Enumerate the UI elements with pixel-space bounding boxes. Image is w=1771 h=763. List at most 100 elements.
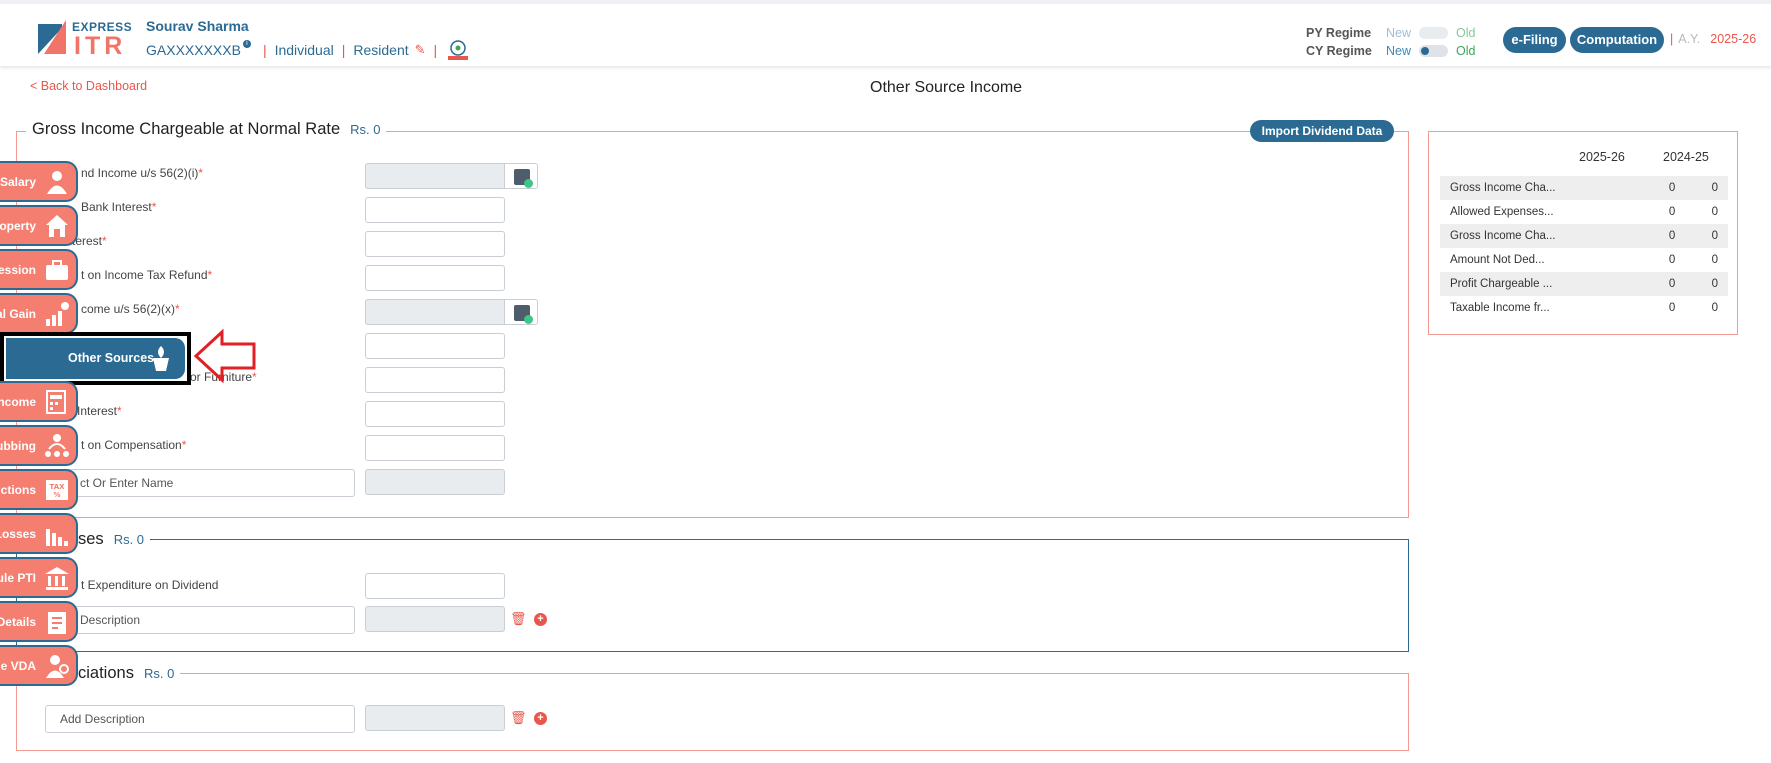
express-itr-logo[interactable]: EXPRESS ITR (38, 18, 132, 60)
sidebar-item-salary[interactable]: Salary (0, 161, 78, 202)
sidebar-item-property[interactable]: operty (0, 205, 78, 246)
logo-itr-text: ITR (74, 32, 127, 60)
divider: | (433, 42, 438, 58)
field-label-dividend-expenditure: t Expenditure on Dividend (81, 578, 219, 592)
field-label-income-56-2-x: come u/s 56(2)(x)* (81, 302, 180, 316)
interest-input[interactable] (365, 231, 505, 257)
summary-value: 0 (1685, 224, 1728, 248)
delete-trash-icon[interactable]: 🗑 (510, 611, 527, 627)
cy-regime-toggle[interactable] (1419, 45, 1448, 57)
divider: | (1670, 32, 1674, 46)
compensation-interest-input[interactable] (365, 435, 505, 461)
expense-description-input[interactable]: Description (45, 606, 355, 634)
info-icon[interactable]: i (242, 40, 251, 48)
sidebar-item-label: Salary (0, 175, 36, 189)
bank-interest-input[interactable] (365, 197, 505, 223)
annotation-arrow-icon (194, 328, 256, 384)
deductions-amount: Rs. 0 (143, 666, 175, 681)
back-to-dashboard-link[interactable]: < Back to Dashboard (30, 79, 147, 93)
cy-regime-row: CY Regime New Old (1306, 42, 1475, 60)
person-icon (47, 171, 67, 194)
delete-trash-icon[interactable]: 🗑 (510, 710, 527, 726)
sidebar-item-losses[interactable]: Losses (0, 513, 78, 554)
field-label-other-interest: Interest* (77, 404, 122, 418)
income-56-2-x-input[interactable] (365, 299, 505, 325)
divider: | (262, 42, 267, 58)
user-details-row: GAXXXXXXXB i | Individual | Resident ✎ | (146, 39, 471, 61)
furniture-rent-input[interactable] (365, 367, 505, 393)
py-regime-toggle[interactable] (1419, 27, 1448, 39)
deduction-amount-input[interactable] (365, 705, 505, 731)
sidebar-item-clubbing[interactable]: ubbing (0, 425, 78, 466)
dividend-income-input[interactable] (365, 163, 505, 189)
sidebar-item-label: fession (0, 263, 36, 277)
growth-chart-icon (46, 302, 69, 326)
svg-text:%: % (53, 491, 60, 499)
py-regime-new: New (1386, 26, 1412, 40)
tax-refund-interest-input[interactable] (365, 265, 505, 291)
cy-regime-new: New (1386, 44, 1412, 58)
cy-regime-label: CY Regime (1306, 44, 1372, 58)
summary-row-label: Profit Chargeable ... (1440, 272, 1643, 296)
sidebar-item-capital-gain[interactable]: al Gain (0, 293, 78, 334)
import-dividend-button[interactable]: Import Dividend Data (1250, 120, 1394, 142)
ay-value[interactable]: 2025-26 (1710, 32, 1756, 46)
sidebar-item-label: ncome (0, 395, 36, 409)
plant-pot-icon (153, 346, 169, 371)
edit-pencil-icon[interactable]: ✎ (415, 42, 426, 58)
pan-number: GAXXXXXXXB (146, 42, 241, 58)
field-text: t on Income Tax Refund (81, 268, 208, 282)
required-mark: * (151, 200, 157, 214)
expenses-amount: Rs. 0 (113, 532, 145, 547)
add-plus-icon[interactable]: + (534, 712, 547, 725)
sidebar-item-profession[interactable]: fession (0, 249, 78, 290)
person-coin-icon (46, 655, 69, 678)
computation-button[interactable]: Computation (1570, 27, 1664, 53)
table-row: Gross Income Cha... 0 0 (1440, 224, 1728, 248)
summary-col-2025-26: 2025-26 (1579, 150, 1625, 164)
field-label-dividend: nd Income u/s 56(2)(i)* (81, 166, 203, 180)
other-income-input[interactable] (365, 333, 505, 359)
divider: | (341, 42, 346, 58)
svg-text:TAX: TAX (49, 483, 65, 491)
summary-row-label: Gross Income Cha... (1440, 176, 1643, 200)
sidebar-active-tab[interactable]: Other Sources (6, 338, 185, 379)
sidebar-item-label: Details (0, 615, 36, 629)
assessment-year: | A.Y. 2025-26 (1670, 32, 1756, 46)
summary-value: 0 (1668, 302, 1676, 314)
sidebar-item-label: Other Sources (68, 351, 155, 365)
sidebar-item-exempt-income[interactable]: ncome (0, 381, 78, 422)
select-name-amount-input[interactable] (365, 469, 505, 495)
residency-status: Resident (353, 42, 409, 58)
efiling-button[interactable]: e-Filing (1503, 27, 1566, 53)
user-name: Sourav Sharma (146, 18, 249, 34)
calculator-icon (514, 305, 533, 324)
declining-chart-icon (46, 529, 68, 546)
expenses-legend: ses Rs. 0 (72, 530, 151, 549)
deduction-description-input[interactable]: Add Description (45, 705, 355, 733)
income-56-2-x-calculator-button[interactable] (504, 299, 538, 325)
dividend-calculator-button[interactable] (504, 163, 538, 189)
other-interest-input[interactable] (365, 401, 505, 427)
sidebar-item-deductions[interactable]: uctions TAX% (0, 469, 78, 510)
add-plus-icon[interactable]: + (534, 613, 547, 626)
summary-value: 0 (1685, 272, 1728, 296)
sidebar-item-tax-details[interactable]: Details (0, 601, 78, 642)
dividend-expenditure-input[interactable] (365, 573, 505, 599)
table-row: Gross Income Cha... 0 0 (1440, 176, 1728, 200)
expense-amount-input[interactable] (365, 606, 505, 632)
gross-income-section (16, 131, 1409, 518)
summary-value: 0 (1711, 302, 1718, 314)
logo-mark-icon (38, 20, 66, 54)
sidebar-item-schedule-vda[interactable]: ule VDA (0, 645, 78, 686)
sidebar-item-other-sources[interactable]: Other Sources (0, 332, 191, 385)
summary-value: 0 (1642, 272, 1686, 296)
tax-percent-icon: TAX% (46, 480, 68, 500)
sidebar-item-label: al Gain (0, 307, 36, 321)
top-header: EXPRESS ITR Sourav Sharma GAXXXXXXXB i |… (0, 0, 1771, 66)
field-text: Bank Interest (81, 200, 152, 214)
deductions-title: ciations (78, 664, 134, 682)
select-name-dropdown[interactable]: ct Or Enter Name (45, 469, 355, 497)
gross-income-amount: Rs. 0 (350, 122, 381, 137)
sidebar-item-schedule-pti[interactable]: ule PTI (0, 557, 78, 598)
